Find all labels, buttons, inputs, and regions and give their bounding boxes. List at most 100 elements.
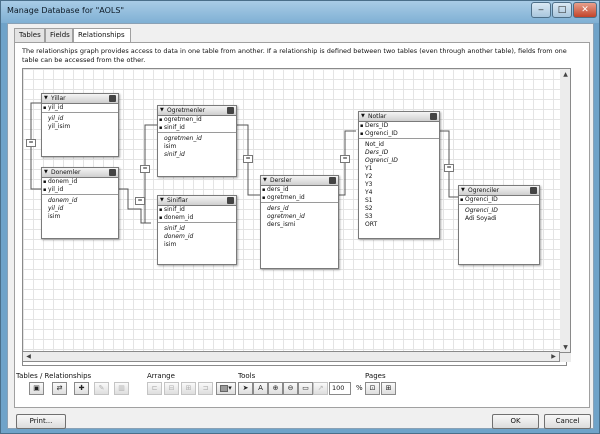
relationship-connector-icon[interactable]: ═ [243,155,253,163]
table-options-icon[interactable] [109,95,116,102]
zoom-fit-icon[interactable]: ▭ [298,382,313,395]
field-item[interactable]: ogretmen_id [158,135,236,143]
field-item[interactable]: yil_id [42,205,118,213]
key-field[interactable]: donem_id [158,214,236,222]
field-item[interactable]: S3 [359,213,439,221]
scroll-left-icon[interactable]: ◀ [24,352,33,361]
field-item[interactable]: isim [158,241,236,249]
table-options-icon[interactable] [227,197,234,204]
field-item[interactable]: donem_id [42,197,118,205]
field-item[interactable]: isim [158,143,236,151]
relationship-connector-icon[interactable]: ═ [26,139,36,147]
collapse-icon[interactable]: ▼ [44,94,48,103]
page-breaks-icon[interactable]: ⊞ [381,382,396,395]
scroll-down-icon[interactable]: ▼ [561,343,570,352]
tab-tables[interactable]: Tables [14,28,45,42]
collapse-icon[interactable]: ▼ [44,168,48,177]
field-item[interactable]: Ogrenci_ID [359,157,439,165]
field-item[interactable]: Ogrenci_ID [459,207,539,215]
horizontal-scrollbar[interactable]: ◀ ▶ [22,351,560,362]
relationship-connector-icon[interactable]: ═ [340,155,350,163]
table-options-icon[interactable] [109,169,116,176]
key-field[interactable]: Ders_ID [359,122,439,130]
field-item[interactable]: ders_id [261,205,338,213]
key-field[interactable]: ogretmen_id [158,116,236,124]
title-bar[interactable]: Manage Database for "AOLS" ‒ □ ✕ [1,1,599,23]
align-left-icon[interactable]: ⊏ [147,382,162,395]
scroll-up-icon[interactable]: ▲ [561,70,570,79]
relationship-connector-icon[interactable]: ═ [444,164,454,172]
zoom-field[interactable]: 100 [329,382,351,395]
table-occurrence-dersler[interactable]: ▼Dersler ders_id ogretmen_id ders_id ogr… [260,175,339,269]
field-item[interactable]: donem_id [158,233,236,241]
vertical-scrollbar[interactable]: ▲ ▼ [560,68,571,353]
collapse-icon[interactable]: ▼ [361,112,365,121]
collapse-icon[interactable]: ▼ [461,186,465,195]
color-swatch-icon[interactable]: ▾ [216,382,236,395]
field-item[interactable]: ogretmen_id [261,213,338,221]
key-field[interactable]: sinif_id [158,124,236,132]
field-item[interactable]: isim [42,213,118,221]
edit-icon[interactable]: ✎ [94,382,109,395]
key-field[interactable]: donem_id [42,178,118,186]
align-center-icon[interactable]: ⊟ [164,382,179,395]
table-options-icon[interactable] [227,107,234,114]
resize-icon[interactable]: ⊐ [198,382,213,395]
tab-relationships[interactable]: Relationships [73,28,131,43]
relationships-graph[interactable]: ═ ═ ═ ═ ═ ═ ▼Yillar yil_id yil_id yil_is… [22,68,567,366]
page-setup-icon[interactable]: ⊡ [365,382,380,395]
table-occurrence-ogretmenler[interactable]: ▼Ogretmenler ogretmen_id sinif_id ogretm… [157,105,237,177]
key-field[interactable]: yil_id [42,186,118,194]
collapse-icon[interactable]: ▼ [160,106,164,115]
relationship-connector-icon[interactable]: ═ [135,197,145,205]
table-occurrence-donemler[interactable]: ▼Donemler donem_id yil_id donem_id yil_i… [41,167,119,239]
field-item[interactable]: ORT [359,221,439,229]
close-icon[interactable]: ✕ [573,2,597,18]
collapse-icon[interactable]: ▼ [160,196,164,205]
minimize-icon[interactable]: ‒ [531,2,551,18]
field-item[interactable]: Y3 [359,181,439,189]
scroll-right-icon[interactable]: ▶ [549,352,558,361]
table-options-icon[interactable] [430,113,437,120]
zoom-in-icon[interactable]: ⊕ [268,382,283,395]
field-item[interactable]: sinif_id [158,225,236,233]
field-item[interactable]: yil_id [42,115,118,123]
tab-fields[interactable]: Fields [45,28,73,42]
table-options-icon[interactable] [329,177,336,184]
table-occurrence-siniflar[interactable]: ▼Siniflar sinif_id donem_id sinif_id don… [157,195,237,265]
cancel-button[interactable]: Cancel [544,414,591,429]
key-field[interactable]: Ogrenci_ID [459,196,539,204]
key-field[interactable]: ders_id [261,186,338,194]
maximize-icon[interactable]: □ [552,2,572,18]
field-item[interactable]: Ders_ID [359,149,439,157]
field-item[interactable]: Y1 [359,165,439,173]
field-item[interactable]: ders_ismi [261,221,338,229]
key-field[interactable]: ogretmen_id [261,194,338,202]
relationship-connector-icon[interactable]: ═ [140,165,150,173]
field-item[interactable]: Not_id [359,141,439,149]
collapse-icon[interactable]: ▼ [263,176,267,185]
field-item[interactable]: Y2 [359,173,439,181]
field-item[interactable]: Adi Soyadi [459,215,539,223]
table-options-icon[interactable] [530,187,537,194]
field-item[interactable]: Y4 [359,189,439,197]
add-relationship-icon[interactable]: ⇄ [52,382,67,395]
table-occurrence-yillar[interactable]: ▼Yillar yil_id yil_id yil_isim [41,93,119,157]
print-button[interactable]: Print... [16,414,66,429]
add-table-icon[interactable]: ▣ [29,382,44,395]
field-item[interactable]: sinif_id [158,151,236,159]
pointer-icon[interactable]: ➤ [238,382,253,395]
table-occurrence-notlar[interactable]: ▼Notlar Ders_ID Ogrenci_ID Not_id Ders_I… [358,111,440,239]
field-item[interactable]: S1 [359,197,439,205]
field-item[interactable]: S2 [359,205,439,213]
delete-icon[interactable]: ▥ [114,382,129,395]
distribute-icon[interactable]: ⊞ [181,382,196,395]
key-field[interactable]: yil_id [42,104,118,112]
note-icon[interactable]: ↗ [313,382,328,395]
text-tool-icon[interactable]: A [253,382,268,395]
ok-button[interactable]: OK [492,414,539,429]
key-field[interactable]: Ogrenci_ID [359,130,439,138]
duplicate-icon[interactable]: ✚ [74,382,89,395]
zoom-out-icon[interactable]: ⊖ [283,382,298,395]
field-item[interactable]: yil_isim [42,123,118,131]
